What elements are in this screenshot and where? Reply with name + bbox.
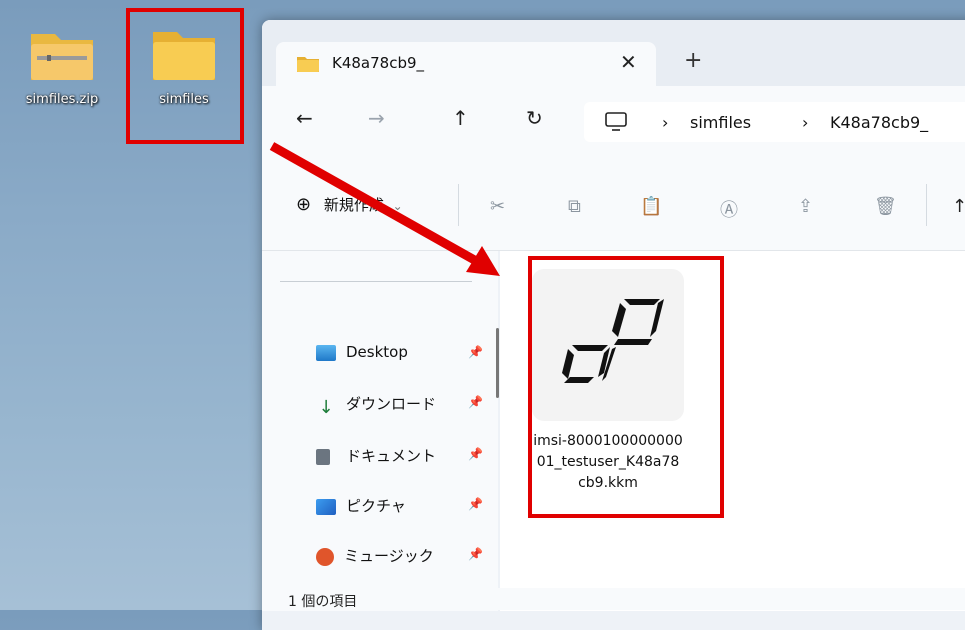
arrow-annotation	[269, 142, 500, 276]
status-bar	[262, 588, 965, 610]
status-item-count: 1 個の項目	[288, 594, 358, 610]
